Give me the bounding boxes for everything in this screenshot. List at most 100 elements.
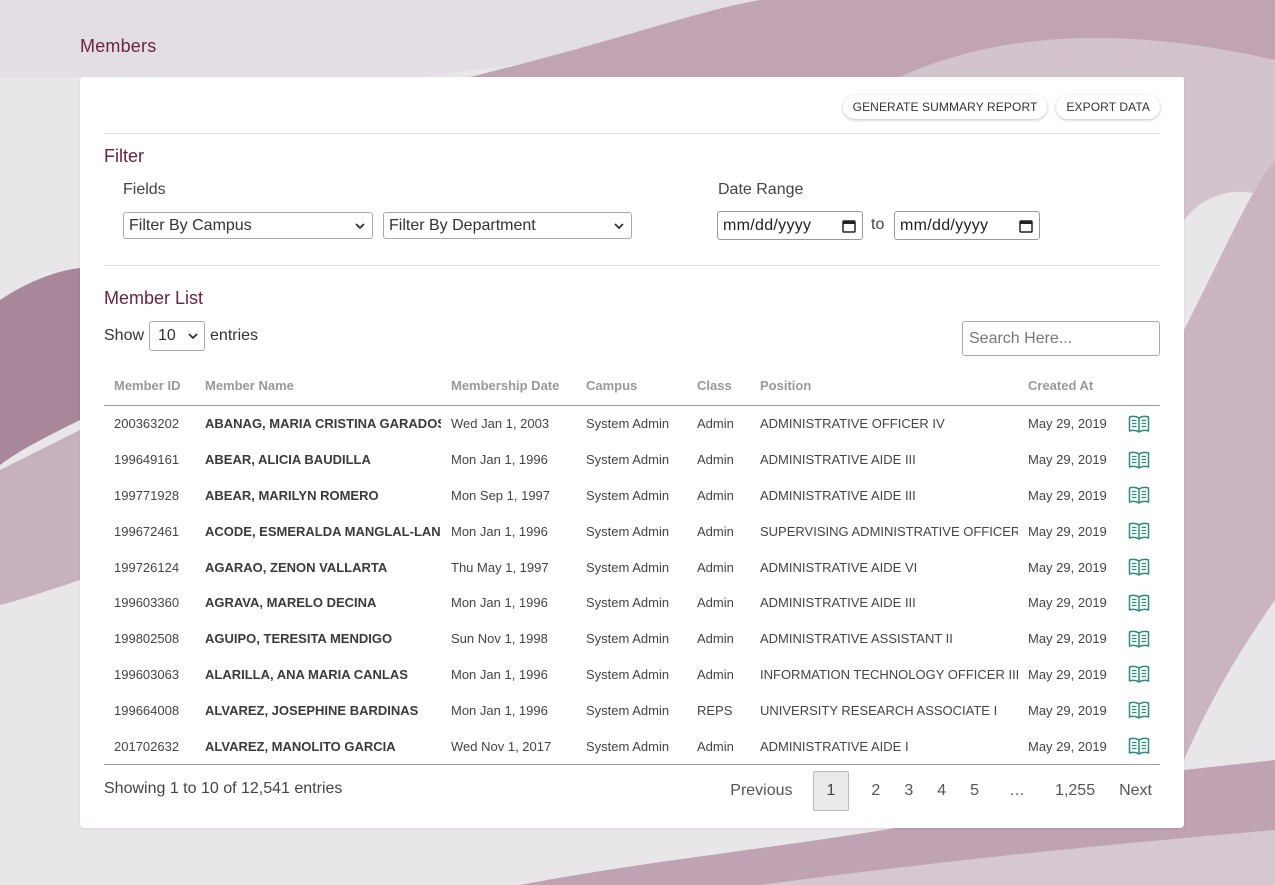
campus-filter-value: Filter By Campus (129, 216, 252, 234)
page-button-4[interactable]: 4 (925, 771, 958, 811)
created-at-cell: May 29, 2019 (1028, 559, 1107, 575)
class-cell: Admin (697, 416, 734, 432)
calendar-icon[interactable] (842, 219, 856, 233)
book-open-icon[interactable] (1128, 521, 1150, 541)
column-header-campus[interactable]: Campus (576, 365, 687, 406)
date-from-input[interactable]: mm/dd/yyyy (717, 211, 863, 240)
divider (104, 133, 1160, 134)
book-open-icon[interactable] (1128, 593, 1150, 613)
page-button-1[interactable]: 1 (812, 771, 850, 811)
position-cell: ADMINISTRATIVE ASSISTANT II (760, 631, 953, 647)
page-button-5[interactable]: 5 (958, 771, 991, 811)
member-name-cell: ABEAR, ALICIA BAUDILLA (205, 452, 371, 468)
generate-summary-report-button[interactable]: GENERATE SUMMARY REPORT (842, 95, 1048, 119)
toolbar: GENERATE SUMMARY REPORT EXPORT DATA (842, 95, 1160, 119)
table-row: 199603063 ALARILLA, ANA MARIA CANLAS Mon J… (104, 657, 1160, 693)
column-header-position[interactable]: Position (750, 365, 1018, 406)
created-at-cell: May 29, 2019 (1028, 416, 1107, 432)
table-row: 199649161 ABEAR, ALICIA BAUDILLA Mon Jan 1… (104, 442, 1160, 478)
book-open-icon[interactable] (1128, 629, 1150, 649)
member-list-title: Member List (104, 288, 204, 308)
member-id-cell: 200363202 (114, 416, 180, 432)
member-name-cell: AGUIPO, TERESITA MENDIGO (205, 631, 393, 647)
search-input[interactable]: Search Here... (962, 321, 1160, 356)
date-from-placeholder: mm/dd/yyyy (723, 216, 812, 234)
position-cell: ADMINISTRATIVE AIDE III (760, 487, 916, 503)
page-button-3[interactable]: 3 (892, 771, 925, 811)
class-cell: Admin (687, 728, 750, 765)
member-id-cell: 199802508 (114, 631, 180, 647)
department-filter-select[interactable]: Filter By Department (383, 212, 632, 239)
table-row: 199672461 ACODE, ESMERALDA MANGLAL-LAN Mon… (104, 513, 1160, 549)
members-card: GENERATE SUMMARY REPORT EXPORT DATA Filt… (80, 77, 1184, 828)
position-cell: SUPERVISING ADMINISTRATIVE OFFICER (760, 523, 1018, 539)
calendar-icon[interactable] (1019, 219, 1033, 233)
to-label: to (871, 216, 885, 233)
next-page-button[interactable]: Next (1107, 771, 1164, 811)
page-button-last[interactable]: 1,255 (1043, 771, 1107, 811)
table-row: 200363202 ABANAG, MARIA CRISTINA GARADOS W… (104, 406, 1160, 442)
table-row: 199664008 ALVAREZ, JOSEPHINE BARDINAS Mon … (104, 692, 1160, 728)
filter-title: Filter (104, 146, 144, 166)
position-cell: ADMINISTRATIVE AIDE III (760, 595, 916, 611)
campus-cell: System Admin (586, 702, 670, 718)
position-cell: ADMINISTRATIVE OFFICER IV (760, 416, 945, 432)
actions-cell (1118, 585, 1160, 621)
created-at-cell: May 29, 2019 (1018, 728, 1118, 765)
book-open-icon[interactable] (1128, 485, 1150, 505)
membership-date-cell: Mon Jan 1, 1996 (451, 702, 548, 718)
actions-cell (1118, 513, 1160, 549)
column-header-class[interactable]: Class (687, 365, 750, 406)
member-name-cell: ACODE, ESMERALDA MANGLAL-LAN (205, 523, 441, 539)
created-at-cell: May 29, 2019 (1028, 595, 1107, 611)
campus-cell: System Admin (576, 728, 687, 765)
member-name-cell: ABANAG, MARIA CRISTINA GARADOS (205, 416, 441, 432)
member-id-cell: 199603360 (114, 595, 180, 611)
book-open-icon[interactable] (1128, 700, 1150, 720)
campus-cell: System Admin (586, 559, 670, 575)
table-row: 199771928 ABEAR, MARILYN ROMERO Mon Sep 1,… (104, 478, 1160, 514)
divider (104, 265, 1160, 266)
member-id-cell: 199771928 (114, 487, 180, 503)
campus-filter-select[interactable]: Filter By Campus (123, 212, 373, 239)
column-header-member-id[interactable]: Member ID (104, 365, 195, 406)
class-cell: Admin (697, 523, 734, 539)
export-data-button[interactable]: EXPORT DATA (1056, 95, 1160, 119)
chevron-down-icon (188, 333, 198, 340)
table-row: 199802508 AGUIPO, TERESITA MENDIGO Sun Nov… (104, 621, 1160, 657)
table-info: Showing 1 to 10 of 12,541 entries (104, 780, 343, 797)
membership-date-cell: Sun Nov 1, 1998 (451, 631, 548, 647)
show-label: Show (104, 327, 145, 344)
campus-cell: System Admin (586, 452, 670, 468)
created-at-cell: May 29, 2019 (1028, 666, 1107, 682)
created-at-cell: May 29, 2019 (1028, 702, 1107, 718)
book-open-icon[interactable] (1128, 557, 1150, 577)
class-cell: Admin (697, 559, 734, 575)
member-name-cell: ALVAREZ, JOSEPHINE BARDINAS (205, 702, 419, 718)
book-open-icon[interactable] (1128, 664, 1150, 684)
campus-cell: System Admin (586, 487, 670, 503)
previous-page-button[interactable]: Previous (718, 771, 804, 811)
column-header-created-at[interactable]: Created At (1018, 365, 1118, 406)
class-cell: Admin (697, 487, 734, 503)
member-id-cell: 199664008 (114, 702, 180, 718)
entries-per-page-select[interactable]: 10 (149, 321, 206, 351)
position-cell: ADMINISTRATIVE AIDE I (750, 728, 1018, 765)
book-open-icon[interactable] (1128, 450, 1150, 470)
actions-cell (1118, 406, 1160, 442)
entries-per-page-value: 10 (158, 327, 176, 344)
book-open-icon[interactable] (1128, 414, 1150, 434)
campus-cell: System Admin (586, 523, 670, 539)
table-row: 199726124 AGARAO, ZENON VALLARTA Thu May 1… (104, 549, 1160, 585)
actions-cell (1118, 478, 1160, 514)
page-button-2[interactable]: 2 (859, 771, 892, 811)
book-open-icon[interactable] (1128, 736, 1150, 756)
column-header-membership-date[interactable]: Membership Date (441, 365, 576, 406)
member-name-cell: ABEAR, MARILYN ROMERO (205, 487, 379, 503)
date-range-label: Date Range (718, 181, 804, 198)
created-at-cell: May 29, 2019 (1028, 631, 1107, 647)
date-to-input[interactable]: mm/dd/yyyy (894, 211, 1040, 240)
membership-date-cell: Mon Sep 1, 1997 (451, 487, 551, 503)
actions-cell (1118, 728, 1160, 765)
column-header-member-name[interactable]: Member Name (195, 365, 441, 406)
